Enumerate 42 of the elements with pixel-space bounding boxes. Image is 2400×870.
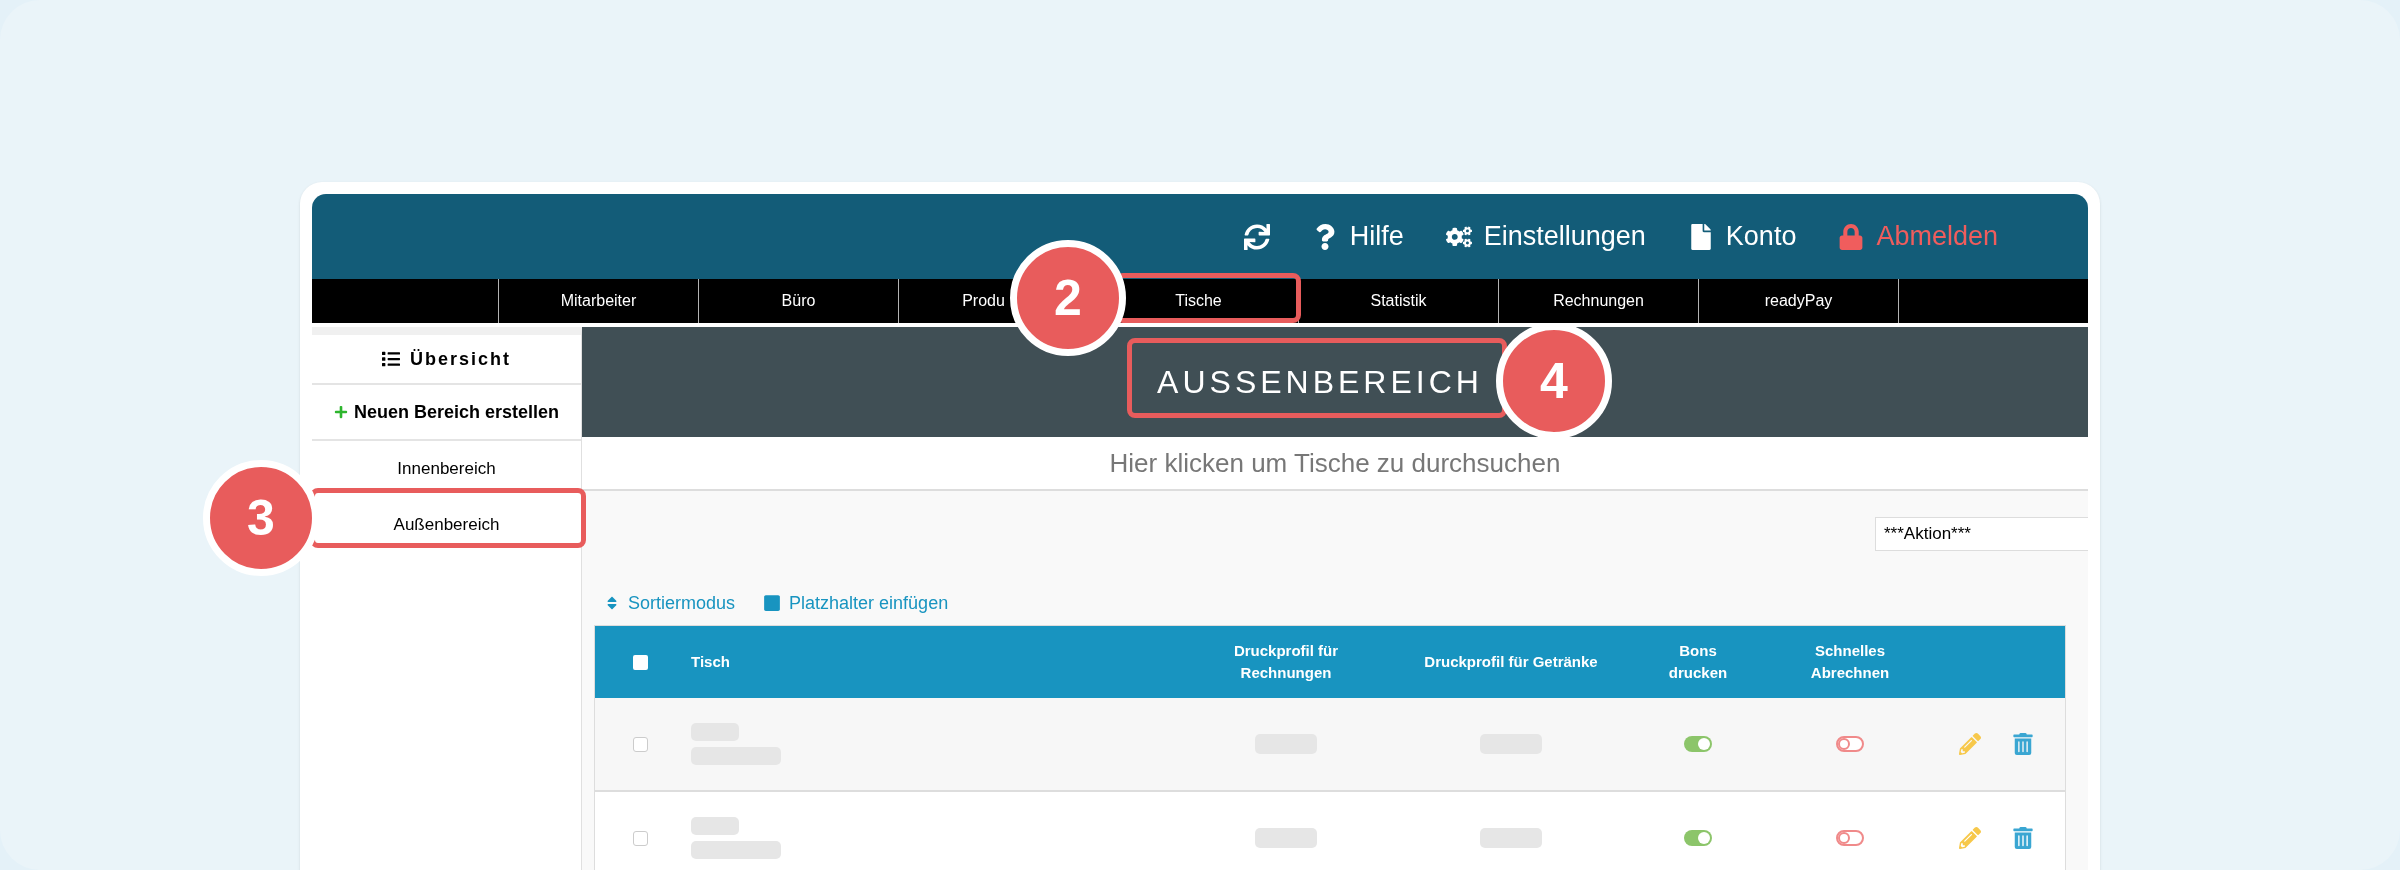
toggle-switch[interactable]	[1684, 736, 1712, 752]
create-area-link[interactable]: Neuen Bereich erstellen	[312, 385, 581, 441]
nav-tab[interactable]: Rechnungen	[1553, 289, 1644, 313]
search-field[interactable]: Hier klicken um Tische zu durchsuchen	[582, 437, 2088, 491]
header-link[interactable]: Einstellungen	[1445, 216, 1646, 257]
overview-link[interactable]: Übersicht	[312, 335, 581, 385]
placeholder-bar	[1255, 828, 1317, 848]
header-link[interactable]: Hilfe	[1311, 216, 1404, 257]
nav-tab[interactable]: Mitarbeiter	[560, 289, 637, 313]
refresh-button[interactable]	[1243, 223, 1270, 250]
toggle-switch[interactable]	[1836, 830, 1864, 846]
toggle-switch[interactable]	[1684, 830, 1712, 846]
page-title: AUSSENBEREICH	[1157, 363, 1483, 402]
column-header: Druckprofil für Rechnungen	[1232, 641, 1340, 683]
nav-tab[interactable]: Statistik	[1370, 289, 1427, 313]
nav-tab[interactable]: Büro	[781, 289, 816, 313]
placeholder-bar	[1480, 828, 1542, 848]
select-all-checkbox[interactable]	[632, 654, 648, 670]
nav-tab[interactable]: readyPay	[1764, 289, 1833, 313]
delete-icon[interactable]	[2013, 827, 2033, 849]
sidebar-item[interactable]: Innenbereich	[397, 456, 496, 482]
refresh-icon	[1243, 223, 1270, 250]
edit-icon[interactable]	[1959, 733, 1981, 755]
column-header: Tisch	[690, 651, 730, 672]
column-header: Bons drucken	[1667, 641, 1729, 683]
list-icon	[382, 350, 400, 368]
action-select[interactable]: ***Aktion***	[1875, 517, 2088, 551]
edit-icon[interactable]	[1959, 827, 1981, 849]
header-link[interactable]: Konto	[1687, 216, 1797, 257]
plus-icon	[333, 405, 348, 419]
sidebar-item[interactable]: Außenbereich	[393, 512, 500, 538]
nav-tab[interactable]: Tische	[1175, 289, 1222, 313]
placeholder-bar	[691, 817, 739, 835]
column-header: Schnelles Abrechnen	[1809, 641, 1891, 683]
toggle-switch[interactable]	[1836, 736, 1864, 752]
row-checkbox[interactable]	[632, 830, 648, 846]
column-header: Druckprofil für Getränke	[1423, 652, 1599, 672]
lock-icon	[1838, 223, 1865, 250]
row-checkbox[interactable]	[632, 736, 648, 752]
square-icon	[763, 594, 782, 612]
nav-tab[interactable]: Produ	[962, 289, 1005, 313]
delete-icon[interactable]	[2013, 733, 2033, 755]
